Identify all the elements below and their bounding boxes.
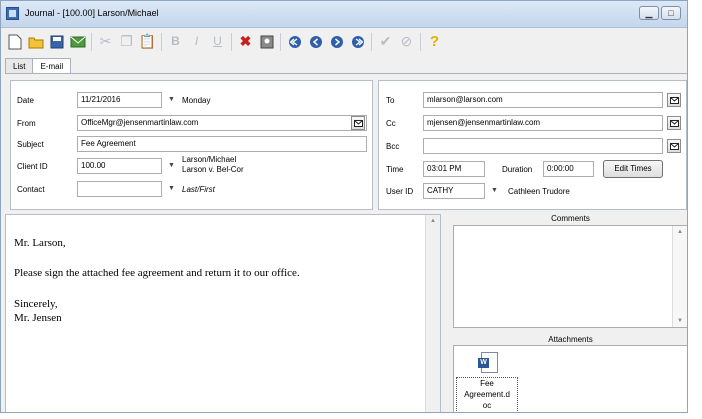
time-field[interactable]: 03:01 PM <box>423 161 485 177</box>
comments-scrollbar[interactable]: ▲ ▼ <box>672 226 687 327</box>
date-field[interactable]: 11/21/2016 <box>77 92 162 108</box>
message-greeting: Mr. Larson, <box>14 237 66 249</box>
toolbar: ✂ ❐ 📋 B I U ✖ ✔ ⊘ ? <box>1 28 687 55</box>
cc-address-book-button[interactable] <box>667 116 681 130</box>
to-address-book-button[interactable] <box>667 93 681 107</box>
client-id-dropdown-icon[interactable]: ▼ <box>165 158 178 174</box>
app-icon <box>6 7 19 20</box>
contact-label: Contact <box>17 185 45 194</box>
cut-icon[interactable]: ✂ <box>96 32 115 51</box>
comments-field[interactable]: ▲ ▼ <box>453 225 687 328</box>
cancel-icon[interactable]: ⊘ <box>397 32 416 51</box>
envelope-icon <box>669 96 679 104</box>
copy-icon[interactable]: ❐ <box>117 32 136 51</box>
attachment-filename: Fee Agreement.d oc <box>456 377 518 412</box>
edit-times-button[interactable]: Edit Times <box>603 160 663 178</box>
email-tab-content: Date 11/21/2016 ▼ Monday From OfficeMgr@… <box>5 73 687 412</box>
contact-hint-text: Last/First <box>182 185 215 194</box>
weekday-text: Monday <box>182 96 211 105</box>
minimize-button[interactable]: ▁ <box>639 6 659 20</box>
envelope-icon <box>353 119 363 127</box>
contact-dropdown-icon[interactable]: ▼ <box>165 181 178 197</box>
from-label: From <box>17 119 36 128</box>
user-name-text: Cathleen Trudore <box>508 187 570 196</box>
save-icon[interactable] <box>47 32 66 51</box>
underline-icon[interactable]: U <box>208 32 227 51</box>
word-document-icon: W <box>478 352 498 373</box>
open-folder-icon[interactable] <box>26 32 45 51</box>
cc-label: Cc <box>386 119 396 128</box>
client-name-text: Larson/Michael <box>182 155 237 164</box>
window-title: Journal - [100.00] Larson/Michael <box>25 8 159 18</box>
user-id-label: User ID <box>386 187 414 196</box>
address-book-icon[interactable] <box>257 32 276 51</box>
time-label: Time <box>386 165 404 174</box>
duration-field[interactable]: 0:00:00 <box>543 161 594 177</box>
title-bar: Journal - [100.00] Larson/Michael ▁ □ <box>1 1 687 28</box>
attachments-title: Attachments <box>548 335 593 344</box>
help-icon[interactable]: ? <box>425 32 444 51</box>
envelope-icon <box>669 142 679 150</box>
new-document-icon[interactable] <box>5 32 24 51</box>
email-details-panel: Date 11/21/2016 ▼ Monday From OfficeMgr@… <box>10 80 373 210</box>
comments-scroll-up-icon[interactable]: ▲ <box>677 229 683 235</box>
client-matter-text: Larson v. Bel-Cor <box>182 165 244 174</box>
paste-icon[interactable]: 📋 <box>138 32 157 51</box>
attachment-item[interactable]: W Fee Agreement.d oc <box>454 346 524 412</box>
maximize-button[interactable]: □ <box>661 6 681 20</box>
bcc-label: Bcc <box>386 142 400 151</box>
scroll-up-icon[interactable]: ▲ <box>430 218 436 224</box>
envelope-icon <box>669 119 679 127</box>
client-id-field[interactable]: 100.00 <box>77 158 162 174</box>
comments-scroll-down-icon[interactable]: ▼ <box>677 318 683 324</box>
italic-icon[interactable]: I <box>187 32 206 51</box>
next-record-icon[interactable] <box>327 32 346 51</box>
message-signature: Mr. Jensen <box>14 312 62 324</box>
to-field[interactable]: mlarson@larson.com <box>423 92 663 108</box>
first-record-icon[interactable] <box>285 32 304 51</box>
to-label: To <box>386 96 395 105</box>
delete-icon[interactable]: ✖ <box>236 32 255 51</box>
message-closing: Sincerely, <box>14 298 58 310</box>
tab-list[interactable]: List <box>5 58 34 74</box>
bcc-address-book-button[interactable] <box>667 139 681 153</box>
send-mail-icon[interactable] <box>68 32 87 51</box>
contact-field[interactable] <box>77 181 162 197</box>
date-label: Date <box>17 96 34 105</box>
duration-label: Duration <box>502 165 533 174</box>
cc-field[interactable]: mjensen@jensenmartinlaw.com <box>423 115 663 131</box>
message-body[interactable]: Mr. Larson, Please sign the attached fee… <box>5 214 441 412</box>
message-scrollbar[interactable]: ▲ <box>425 215 440 412</box>
attachments-list[interactable]: W Fee Agreement.d oc <box>453 345 687 412</box>
subject-label: Subject <box>17 140 44 149</box>
check-icon[interactable]: ✔ <box>376 32 395 51</box>
last-record-icon[interactable] <box>348 32 367 51</box>
comments-title: Comments <box>551 214 590 223</box>
subject-field[interactable]: Fee Agreement <box>77 136 367 152</box>
bcc-field[interactable] <box>423 138 663 154</box>
user-id-dropdown-icon[interactable]: ▼ <box>488 183 501 199</box>
from-field[interactable]: OfficeMgr@jensenmartinlaw.com <box>77 115 367 131</box>
message-line-1: Please sign the attached fee agreement a… <box>14 267 300 279</box>
recipients-panel: To mlarson@larson.com Cc mjensen@jensenm… <box>378 80 687 210</box>
bold-icon[interactable]: B <box>166 32 185 51</box>
previous-record-icon[interactable] <box>306 32 325 51</box>
from-address-book-button[interactable] <box>351 116 365 130</box>
date-dropdown-icon[interactable]: ▼ <box>165 92 178 108</box>
client-id-label: Client ID <box>17 162 48 171</box>
journal-window: Journal - [100.00] Larson/Michael ▁ □ ✂ … <box>0 0 688 413</box>
user-id-field[interactable]: CATHY <box>423 183 485 199</box>
